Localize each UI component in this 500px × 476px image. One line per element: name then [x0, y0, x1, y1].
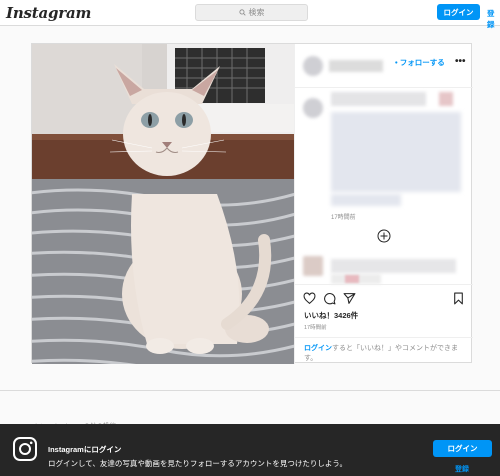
banner-login-button[interactable]: ログイン	[433, 440, 492, 457]
post-card: • フォローする ••• 17時間前 いいね！3426件 17時間前 ログインす…	[31, 43, 473, 364]
cat-photo	[32, 44, 294, 364]
share-icon[interactable]	[343, 292, 356, 305]
author-avatar[interactable]	[303, 56, 323, 76]
caption-time: 17時間前	[331, 215, 356, 221]
post-actions: いいね！3426件 17時間前 ログインすると「いいね！」やコメントができます。	[295, 284, 473, 364]
more-options-icon[interactable]: •••	[455, 56, 466, 67]
post-photo[interactable]	[32, 44, 294, 364]
top-nav-bar: Instagram 検索 ログイン 登録	[0, 0, 500, 29]
section-divider	[0, 390, 500, 391]
follow-button[interactable]: • フォローする	[395, 57, 445, 68]
comment-avatar[interactable]	[303, 256, 323, 276]
login-prompt-link[interactable]: ログイン	[304, 345, 332, 352]
post-time: 17時間前	[304, 325, 327, 331]
author-name[interactable]	[329, 60, 383, 72]
banner-subtitle: ログインして、友達の写真や動画を見たりフォローするアカウントを見つけたりしよう。	[48, 459, 347, 468]
heart-icon[interactable]	[303, 292, 316, 305]
post-header: • フォローする •••	[295, 44, 473, 88]
caption-hashtags-blur	[331, 194, 401, 206]
instagram-logo[interactable]: Instagram	[6, 4, 91, 22]
caption-author-blur	[331, 92, 426, 106]
follow-label: フォローする	[399, 58, 445, 67]
bookmark-icon[interactable]	[452, 292, 465, 305]
login-button[interactable]: ログイン	[437, 4, 480, 20]
add-circle-icon[interactable]	[377, 229, 391, 243]
search-box[interactable]: 検索	[195, 4, 308, 21]
likes-count[interactable]: いいね！3426件	[304, 310, 358, 321]
caption-avatar[interactable]	[303, 98, 323, 118]
login-prompt: ログインすると「いいね！」やコメントができます。	[295, 337, 473, 364]
banner-title: Instagramにログイン	[48, 445, 122, 454]
post-sidebar: • フォローする ••• 17時間前 いいね！3426件 17時間前 ログインす…	[294, 44, 473, 364]
comment-text-blur	[331, 259, 456, 273]
banner-signup-link[interactable]: 登録	[455, 464, 469, 474]
comment-emoji-blur	[345, 275, 359, 283]
search-icon	[238, 9, 246, 16]
caption-text-blur	[331, 112, 461, 192]
signup-link[interactable]: 登録	[487, 8, 500, 30]
instagram-logo-icon	[13, 437, 37, 461]
caption-emoji-blur	[439, 92, 453, 106]
search-placeholder: 検索	[248, 8, 265, 17]
comment-icon[interactable]	[323, 292, 336, 305]
